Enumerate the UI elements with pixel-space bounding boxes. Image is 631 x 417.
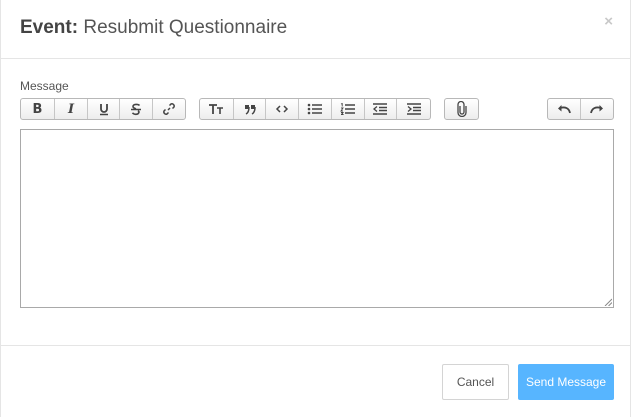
italic-icon: I <box>67 101 75 117</box>
redo-icon <box>589 105 603 114</box>
underline-icon <box>99 104 108 116</box>
outdent-button[interactable] <box>365 99 398 119</box>
bold-icon: B <box>32 101 43 117</box>
code-button[interactable] <box>266 99 300 119</box>
modal-header: Event: Resubmit Questionnaire × <box>1 0 630 59</box>
strikethrough-button[interactable] <box>120 99 153 119</box>
link-icon <box>163 103 175 115</box>
message-textarea[interactable] <box>20 129 614 308</box>
bullet-list-icon <box>307 103 322 115</box>
indent-icon <box>406 103 421 115</box>
strikethrough-icon <box>131 103 141 116</box>
indent-button[interactable] <box>397 99 430 119</box>
close-button[interactable]: × <box>604 14 613 29</box>
toolbar-group-text-style: B I <box>20 98 186 120</box>
toolbar-group-attach <box>444 98 479 120</box>
toolbar-group-history <box>547 98 614 120</box>
text-size-icon <box>209 104 224 114</box>
quote-button[interactable] <box>234 99 267 119</box>
attach-button[interactable] <box>445 99 478 119</box>
bold-button[interactable]: B <box>21 99 55 119</box>
event-modal: Event: Resubmit Questionnaire × Message … <box>0 0 631 417</box>
undo-button[interactable] <box>548 99 581 119</box>
bullet-list-button[interactable] <box>299 99 332 119</box>
cancel-button[interactable]: Cancel <box>442 364 509 400</box>
quote-icon <box>244 105 256 115</box>
modal-title-label: Event: <box>20 17 79 38</box>
numbered-list-icon <box>339 102 355 115</box>
outdent-icon <box>373 103 388 115</box>
toolbar-group-block <box>199 98 431 120</box>
modal-title-value: Resubmit Questionnaire <box>83 17 288 38</box>
underline-button[interactable] <box>88 99 120 119</box>
send-message-button[interactable]: Send Message <box>518 364 614 400</box>
italic-button[interactable]: I <box>55 99 88 119</box>
numbered-list-button[interactable] <box>332 99 365 119</box>
resize-handle-icon[interactable] <box>604 298 612 306</box>
message-label: Message <box>20 79 69 93</box>
text-size-button[interactable] <box>200 99 234 119</box>
paperclip-icon <box>456 101 467 117</box>
undo-icon <box>557 105 571 114</box>
link-button[interactable] <box>153 99 185 119</box>
code-icon <box>276 105 289 113</box>
modal-title: Event: Resubmit Questionnaire <box>20 17 287 39</box>
redo-button[interactable] <box>581 99 614 119</box>
